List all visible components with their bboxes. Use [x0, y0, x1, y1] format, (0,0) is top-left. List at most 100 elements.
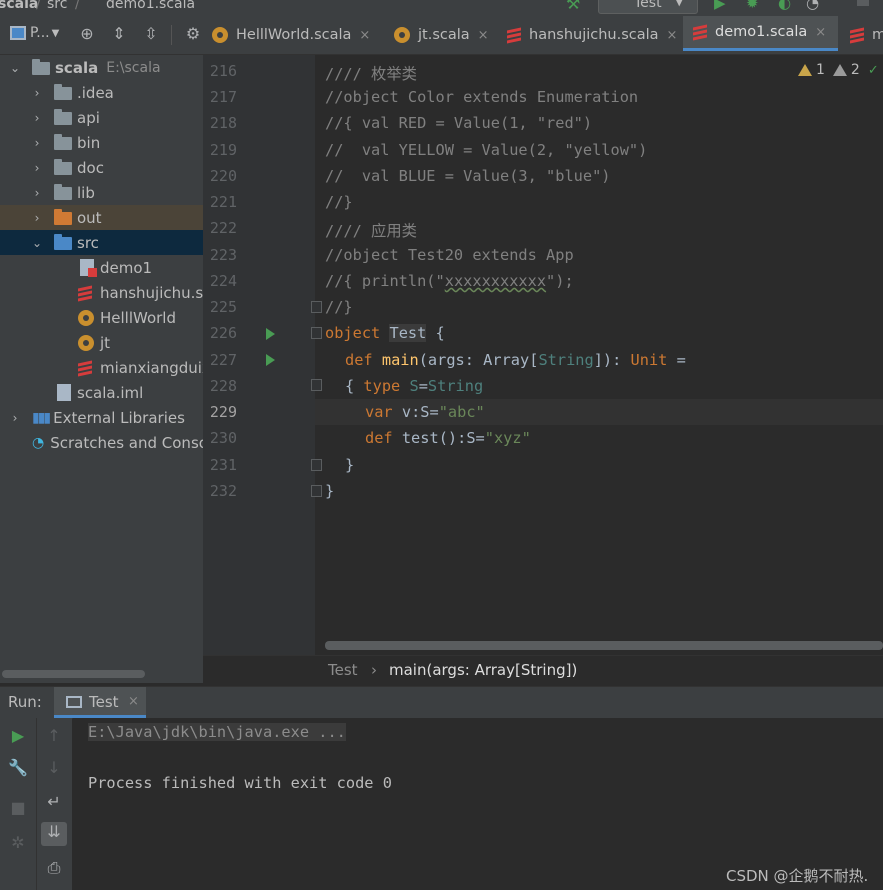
run-tab-test[interactable]: Test ×: [54, 687, 146, 718]
tree-item-api[interactable]: › api: [0, 105, 203, 130]
fold-marker-icon[interactable]: [311, 301, 322, 313]
tab-label: jt.scala: [418, 27, 470, 43]
fold-marker-icon[interactable]: [311, 459, 322, 471]
line-number: 227: [209, 351, 237, 369]
coverage-icon[interactable]: ◐: [778, 0, 791, 12]
code-line: // val YELLOW = Value(2, "yellow"): [325, 141, 648, 159]
chevron-right-icon[interactable]: ›: [30, 186, 44, 200]
tree-item-hanshujichu[interactable]: hanshujichu.sc: [0, 280, 203, 305]
tree-item-out[interactable]: › out: [0, 205, 203, 230]
horizontal-scrollbar[interactable]: [2, 670, 145, 678]
nav-file[interactable]: demo1.scala: [106, 0, 195, 12]
run-side-toolbar-column: ↑ ↓ ↵ ⇊ ⎙: [36, 718, 73, 890]
tree-item-label: .idea: [77, 83, 114, 102]
folder-icon: [54, 109, 72, 125]
run-gutter-icon[interactable]: [266, 354, 275, 366]
code-identifier: test: [392, 429, 439, 447]
stop-icon[interactable]: ■: [8, 798, 28, 818]
chevron-right-icon[interactable]: ›: [30, 136, 44, 150]
project-view-selector[interactable]: P... ▼: [10, 25, 59, 41]
expand-all-icon[interactable]: ⇕: [109, 24, 129, 44]
breadcrumb-item[interactable]: main(args: Array[String]): [389, 661, 577, 679]
tree-item-mianxiangduix[interactable]: mianxiangduix: [0, 355, 203, 380]
horizontal-scrollbar[interactable]: [325, 641, 883, 650]
close-icon[interactable]: ×: [128, 694, 139, 709]
run-side-toolbar: ▶ 🔧 ■ ✲ ↑ ↓ ↵ ⇊ ⎙: [0, 718, 72, 890]
code-line: }: [345, 456, 355, 474]
rerun-icon[interactable]: ▶: [8, 726, 28, 746]
nav-project[interactable]: scala: [0, 0, 38, 12]
scroll-to-end-icon[interactable]: ⇊: [41, 822, 67, 846]
settings-icon[interactable]: ✲: [8, 833, 28, 853]
locate-crosshair-icon[interactable]: ⊕: [77, 24, 97, 44]
tab-demo1[interactable]: demo1.scala ×: [683, 16, 838, 51]
tree-item-helllworld[interactable]: HelllWorld: [0, 305, 203, 330]
stop-icon[interactable]: [857, 0, 869, 6]
tree-item-scratches[interactable]: ◔ Scratches and Conso: [0, 430, 203, 455]
tree-item-external-libraries[interactable]: › ▮▮▮ External Libraries: [0, 405, 203, 430]
chevron-right-icon[interactable]: ›: [30, 161, 44, 175]
soft-wrap-icon[interactable]: ↵: [44, 792, 64, 812]
tree-item-label: External Libraries: [53, 408, 185, 427]
run-icon[interactable]: ▶: [714, 0, 726, 12]
line-number: 228: [209, 377, 237, 395]
nav-separator: /: [36, 0, 41, 12]
tree-item-root[interactable]: ⌄ scala E:\scala: [0, 55, 203, 80]
breadcrumb-item[interactable]: Test: [328, 661, 358, 679]
chevron-right-icon[interactable]: ›: [8, 411, 22, 425]
tree-item-label: doc: [77, 158, 104, 177]
tree-item-idea[interactable]: › .idea: [0, 80, 203, 105]
fold-marker-icon[interactable]: [311, 485, 322, 497]
tree-item-demo1[interactable]: demo1: [0, 255, 203, 280]
gear-icon[interactable]: ⚙: [183, 24, 203, 44]
console-line-command: E:\Java\jdk\bin\java.exe ...: [88, 723, 346, 741]
tree-item-scala-iml[interactable]: scala.iml: [0, 380, 203, 405]
inspection-widget[interactable]: 1 2 ✓: [798, 62, 879, 78]
excluded-folder-icon: [54, 209, 72, 225]
tree-item-lib[interactable]: › lib: [0, 180, 203, 205]
divider: [171, 25, 172, 45]
close-icon[interactable]: ×: [359, 28, 370, 43]
down-arrow-icon[interactable]: ↓: [44, 758, 64, 778]
tree-item-doc[interactable]: › doc: [0, 155, 203, 180]
project-window-icon: [10, 26, 26, 40]
fold-marker-icon[interactable]: [311, 379, 322, 391]
profile-icon[interactable]: ◔: [806, 0, 819, 12]
chevron-down-icon[interactable]: ⌄: [30, 236, 44, 250]
chevron-down-icon[interactable]: ⌄: [8, 61, 22, 75]
tab-m[interactable]: m: [844, 16, 883, 54]
chevron-right-icon[interactable]: ›: [30, 86, 44, 100]
build-hammer-icon[interactable]: ⚒: [566, 0, 580, 13]
tab-jt[interactable]: jt.scala ×: [388, 16, 489, 54]
code-token: {: [426, 324, 445, 342]
line-number: 226: [209, 324, 237, 342]
tree-item-src[interactable]: ⌄ src: [0, 230, 203, 255]
chevron-right-icon[interactable]: ›: [30, 211, 44, 225]
nav-src[interactable]: src: [47, 0, 67, 12]
close-icon[interactable]: ×: [815, 25, 826, 40]
close-icon[interactable]: ×: [667, 28, 678, 43]
print-icon[interactable]: ⎙: [44, 858, 64, 878]
fold-marker-icon[interactable]: [311, 327, 322, 339]
folder-icon: [54, 134, 72, 150]
tree-item-jt[interactable]: jt: [0, 330, 203, 355]
run-gutter-icon[interactable]: [266, 328, 275, 340]
line-number: 229: [209, 403, 237, 421]
up-arrow-icon[interactable]: ↑: [44, 726, 64, 746]
run-config-selector[interactable]: Test ▼: [598, 0, 698, 14]
line-number: 216: [209, 62, 237, 80]
tree-item-bin[interactable]: › bin: [0, 130, 203, 155]
chevron-right-icon[interactable]: ›: [30, 111, 44, 125]
tab-hanshujichu[interactable]: hanshujichu.scala ×: [501, 16, 677, 54]
object-icon: [212, 27, 228, 43]
debug-icon[interactable]: ✹: [746, 0, 759, 12]
editor-tab-row: P... ▼ ⊕ ⇕ ⇳ ⚙ HelllWorld.scala × jt.sca…: [0, 16, 883, 55]
code-string: "xyz": [484, 429, 531, 447]
breadcrumb-separator: ›: [371, 661, 377, 679]
close-icon[interactable]: ×: [478, 28, 489, 43]
tab-helllworld[interactable]: HelllWorld.scala ×: [206, 16, 370, 54]
warning-icon: [798, 64, 812, 76]
wrench-icon[interactable]: 🔧: [8, 758, 28, 778]
code-line: //}: [325, 298, 353, 316]
collapse-all-icon[interactable]: ⇳: [141, 24, 161, 44]
